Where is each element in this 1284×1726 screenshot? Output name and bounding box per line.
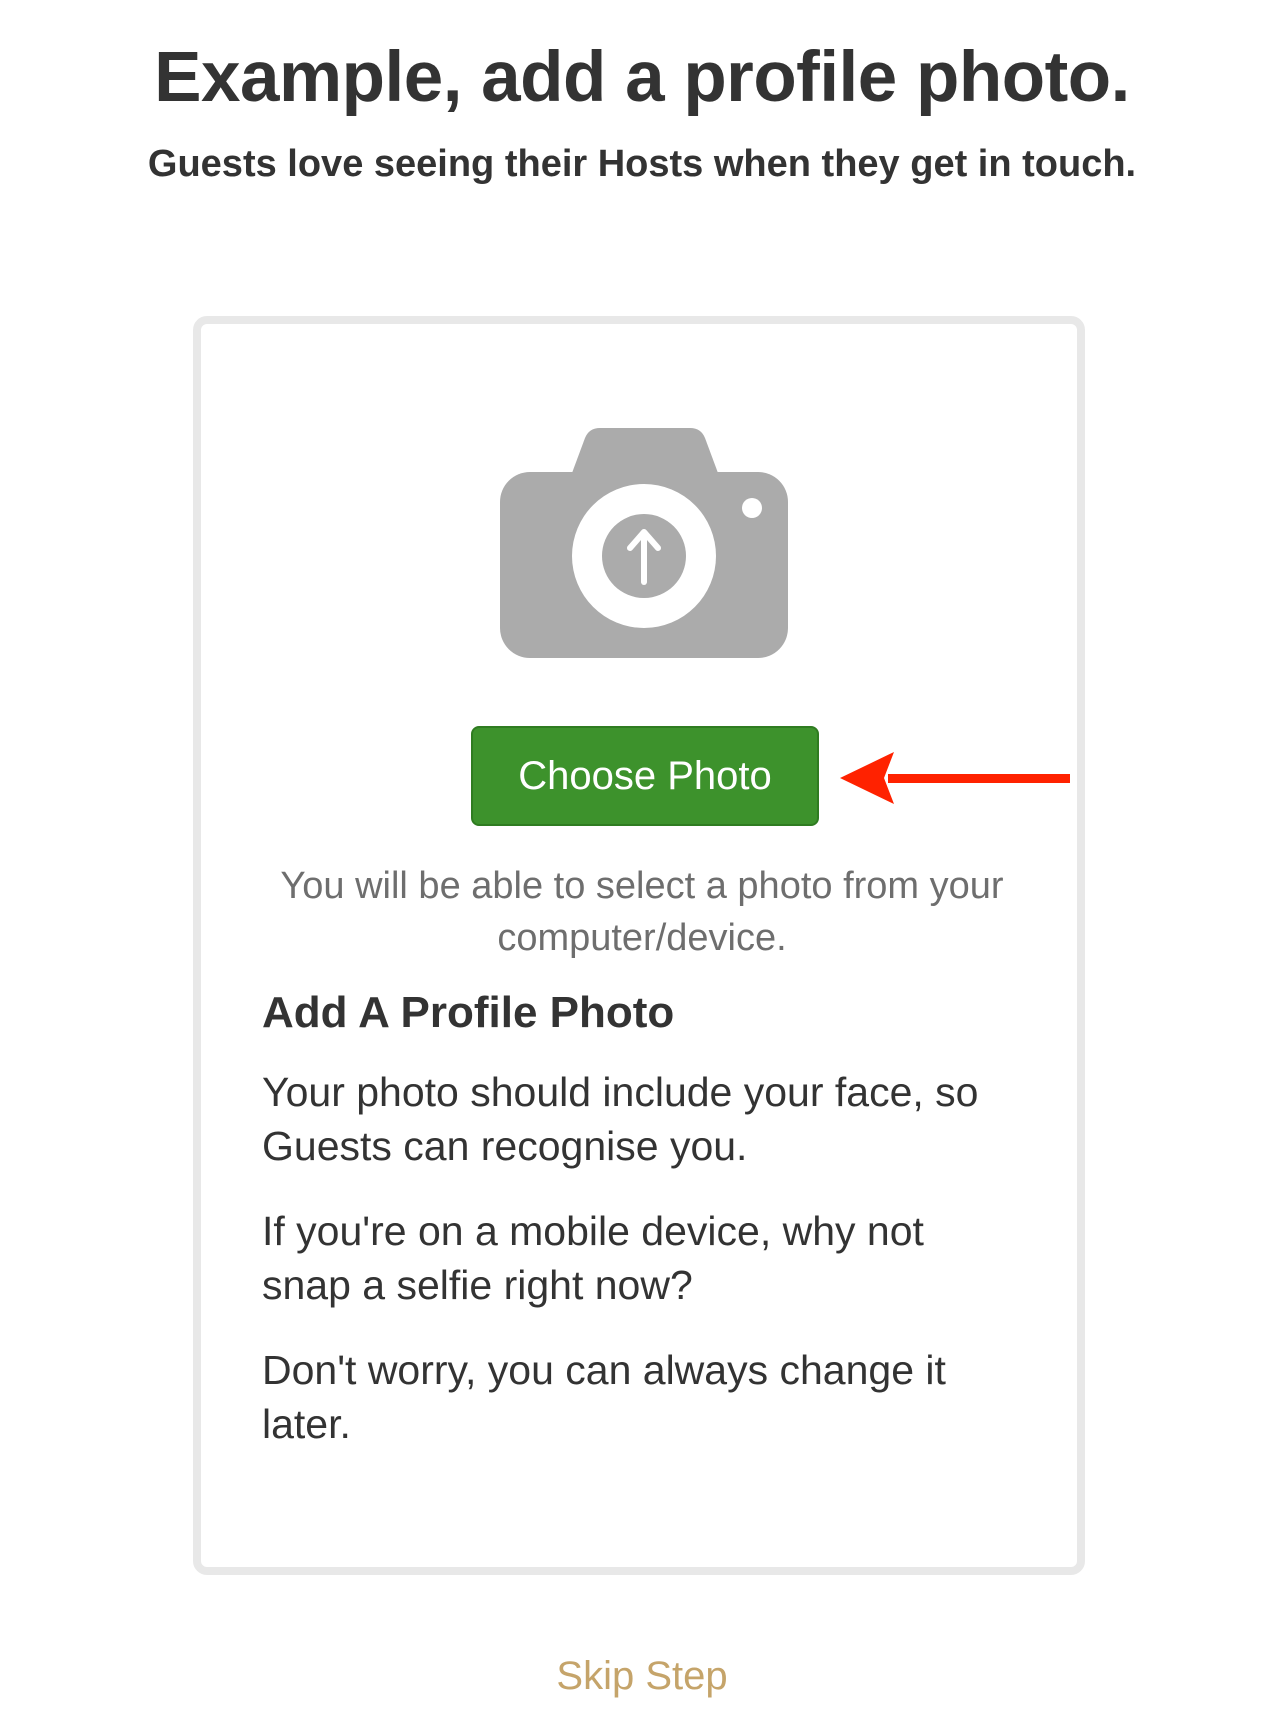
paragraph-face: Your photo should include your face, so … — [262, 1069, 979, 1169]
helper-text: You will be able to select a photo from … — [280, 865, 1004, 959]
page-subtitle: Guests love seeing their Hosts when they… — [147, 143, 1137, 185]
camera-upload-icon[interactable] — [500, 428, 788, 658]
paragraph-change-later: Don't worry, you can always change it la… — [262, 1347, 946, 1447]
section-heading: Add A Profile Photo — [262, 988, 675, 1037]
page-title: Example, add a profile photo. — [154, 38, 1130, 117]
skip-step-link[interactable]: Skip Step — [0, 1650, 1284, 1702]
red-arrow-icon — [840, 752, 1070, 804]
paragraph-selfie: If you're on a mobile device, why not sn… — [262, 1208, 924, 1308]
choose-photo-button[interactable]: Choose Photo — [471, 726, 819, 826]
